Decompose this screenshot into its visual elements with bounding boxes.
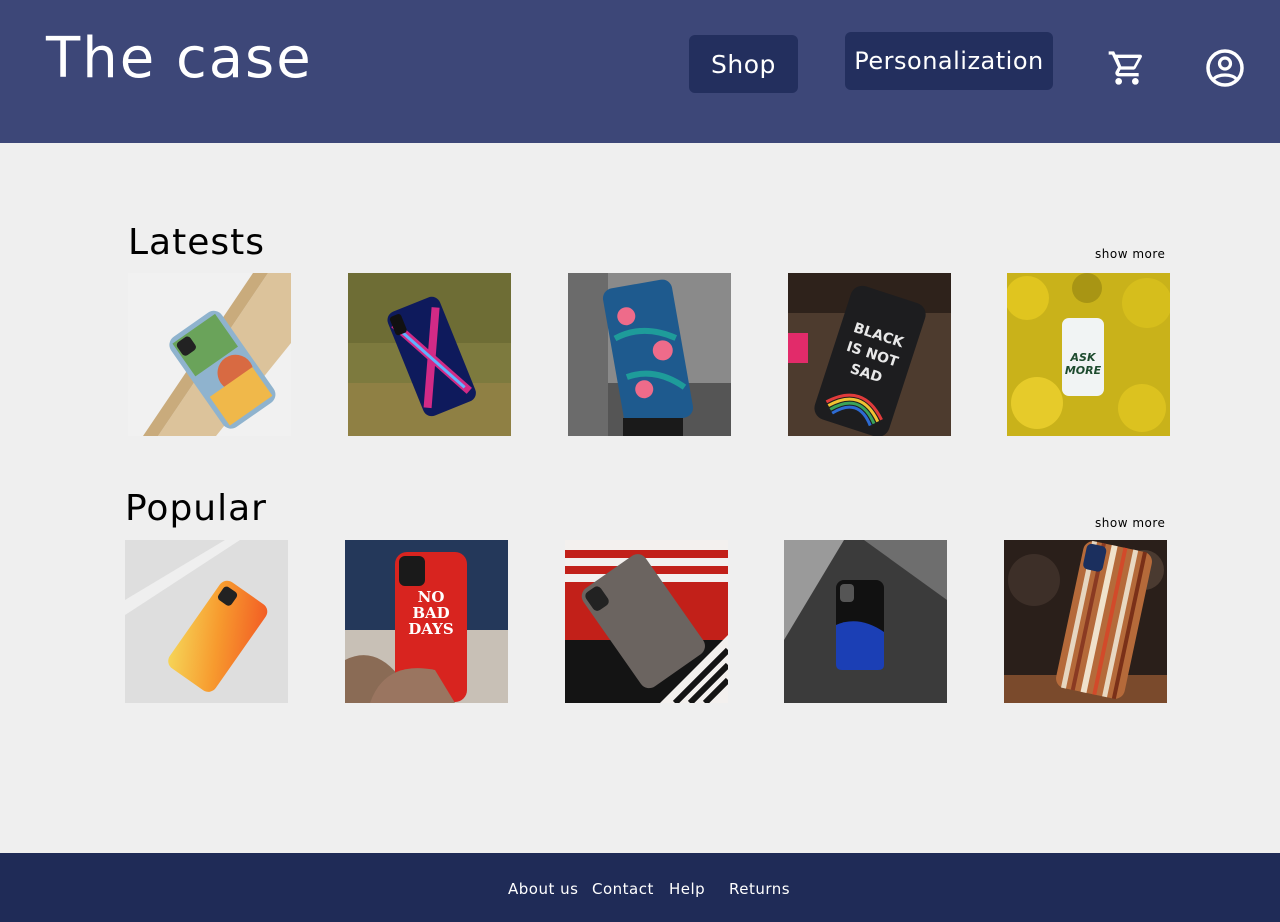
site-footer: About us Contact Help Returns <box>0 853 1280 922</box>
product-card[interactable] <box>348 273 511 436</box>
product-card[interactable] <box>784 540 947 703</box>
blue-marble-case-photo <box>784 540 947 703</box>
svg-text:ASK: ASK <box>1070 351 1097 364</box>
product-card[interactable]: ASK MORE <box>1007 273 1170 436</box>
yellow-leaves-case-photo: ASK MORE <box>1007 273 1170 436</box>
footer-about-link[interactable]: About us <box>508 880 578 898</box>
site-logo[interactable]: The case <box>46 26 313 91</box>
red-slogan-case-photo: NO BAD DAYS <box>345 540 508 703</box>
product-card[interactable]: BLACK IS NOT SAD <box>788 273 951 436</box>
neon-x-case-photo <box>348 273 511 436</box>
shop-button[interactable]: Shop <box>689 35 798 93</box>
latests-title: Latests <box>128 222 266 263</box>
product-card[interactable] <box>1004 540 1167 703</box>
svg-text:MORE: MORE <box>1065 364 1102 377</box>
popular-title: Popular <box>125 488 267 529</box>
grey-stone-case-photo <box>565 540 728 703</box>
footer-contact-link[interactable]: Contact <box>592 880 654 898</box>
personalization-button[interactable]: Personalization <box>845 32 1053 90</box>
product-card[interactable] <box>125 540 288 703</box>
svg-text:DAYS: DAYS <box>408 620 453 638</box>
footer-returns-link[interactable]: Returns <box>729 880 790 898</box>
orange-gradient-case-photo <box>125 540 288 703</box>
rainbow-text-case-photo: BLACK IS NOT SAD <box>788 273 951 436</box>
product-card[interactable]: NO BAD DAYS <box>345 540 508 703</box>
site-header: The case Shop Personalization <box>0 0 1280 143</box>
tropical-floral-case-photo <box>568 273 731 436</box>
popular-show-more-link[interactable]: show more <box>1095 516 1165 530</box>
product-card[interactable] <box>565 540 728 703</box>
geometric-case-photo <box>128 273 291 436</box>
footer-help-link[interactable]: Help <box>669 880 705 898</box>
account-circle-icon[interactable] <box>1203 46 1247 90</box>
latests-show-more-link[interactable]: show more <box>1095 247 1165 261</box>
product-card[interactable] <box>568 273 731 436</box>
cart-icon[interactable] <box>1105 46 1149 90</box>
product-card[interactable] <box>128 273 291 436</box>
wood-stripe-case-photo <box>1004 540 1167 703</box>
